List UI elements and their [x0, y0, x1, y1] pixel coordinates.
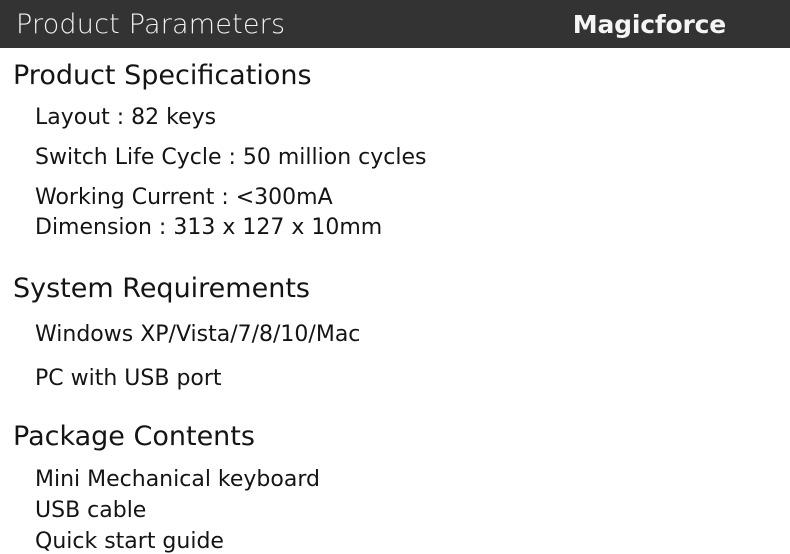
list-item: Switch Life Cycle : 50 million cycles	[35, 145, 427, 170]
list-item: Dimension : 313 x 127 x 10mm	[35, 215, 383, 240]
section-system-requirements: System Requirements Windows XP/Vista/7/8…	[0, 275, 790, 390]
content-area: Product Specifications Layout : 82 keys …	[0, 48, 790, 553]
section-product-specifications: Product Specifications Layout : 82 keys …	[0, 62, 790, 239]
list-item: Quick start guide	[35, 529, 224, 554]
list-item: Working Current : <300mA	[35, 185, 333, 210]
system-requirement-list: Windows XP/Vista/7/8/10/Mac PC with USB …	[13, 324, 790, 390]
brand-logo: Magicforce	[572, 9, 726, 39]
section-heading: Package Contents	[13, 421, 255, 452]
product-parameters-page: Product Parameters Magicforce Product Sp…	[0, 0, 790, 553]
list-item: Windows XP/Vista/7/8/10/Mac	[35, 322, 361, 347]
page-header: Product Parameters Magicforce	[0, 0, 790, 48]
list-item: Layout : 82 keys	[35, 105, 217, 130]
list-item: PC with USB port	[35, 366, 222, 391]
package-content-list: Mini Mechanical keyboard USB cable Quick…	[13, 469, 790, 553]
list-item: USB cable	[35, 498, 147, 523]
section-heading: Product Specifications	[13, 60, 312, 91]
section-heading: System Requirements	[13, 273, 310, 304]
list-item: Mini Mechanical keyboard	[35, 467, 320, 492]
page-title: Product Parameters	[16, 8, 286, 40]
specification-list: Layout : 82 keys Switch Life Cycle : 50 …	[13, 107, 790, 239]
